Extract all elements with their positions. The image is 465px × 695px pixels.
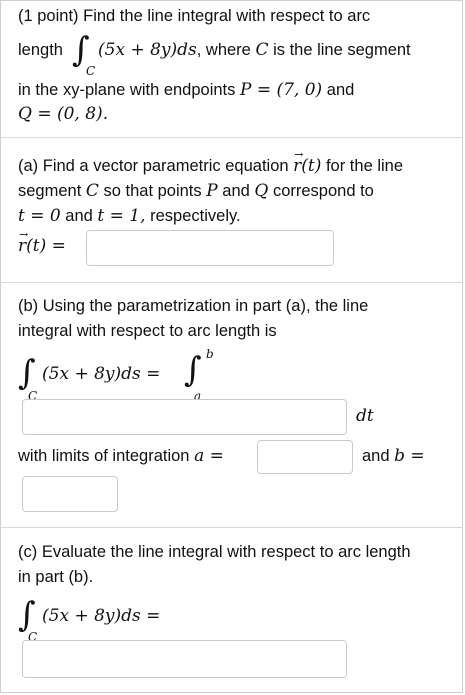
problem-statement-line2: length (18, 40, 63, 60)
final-answer-input[interactable] (22, 640, 347, 678)
t-one: t = 1, (97, 206, 146, 226)
part-b-line2: integral with respect to arc length is (18, 321, 277, 341)
b-equals: b = (394, 446, 425, 466)
integral-sign: ∫ (72, 30, 90, 70)
part-a-text2c: and (222, 182, 250, 200)
part-a-line2: segment C so that points P and Q corresp… (18, 181, 374, 201)
curve-symbol-a: C (85, 181, 99, 201)
and-word: and (326, 81, 355, 99)
divider-a (0, 282, 463, 283)
upper-limit-input[interactable] (22, 476, 118, 512)
where-text: , where (196, 41, 251, 59)
part-a-text1: (a) Find a vector parametric equation (18, 157, 289, 175)
curve-symbol: C (255, 40, 269, 60)
part-b-text1: (b) Using the parametrization in part (a… (18, 297, 369, 315)
r-of-t: r(t) (293, 145, 321, 176)
problem-integrand-line: (5x + 8y)ds, where C is the line segment (98, 40, 411, 60)
b-label-line: and b = (362, 446, 425, 466)
problem-statement-line4: Q = (0, 8). (18, 104, 108, 124)
part-c-text2: in part (b). (18, 568, 94, 586)
point-p: P = (7, 0) (239, 80, 323, 100)
and-word-b: and (362, 447, 390, 465)
t-zero: t = 0 (18, 206, 61, 226)
rt-answer-input[interactable] (86, 230, 334, 266)
problem-statement-line3: in the xy-plane with endpoints P = (7, 0… (18, 80, 354, 100)
rt-answer-label: r(t) = (18, 225, 66, 256)
integral-sign-c: ∫ (18, 595, 36, 635)
part-a-text2a: segment (18, 182, 82, 200)
instruction-text: Find the line integral with respect to a… (83, 7, 371, 25)
integrand-answer-input[interactable] (22, 399, 347, 435)
part-c-text1: (c) Evaluate the line integral with resp… (18, 543, 411, 561)
points-label: (1 point) (18, 7, 79, 25)
part-a-line1: (a) Find a vector parametric equation r(… (18, 145, 404, 176)
integral-subscript-c: C (86, 64, 96, 78)
length-word: length (18, 41, 63, 59)
part-c-lhs: (5x + 8y)ds = (42, 606, 160, 626)
segment-text: is the line segment (273, 41, 411, 59)
dt-label: dt (356, 406, 374, 426)
part-a-line3: t = 0 and t = 1, respectively. (18, 206, 241, 226)
problem-statement-line1: (1 point) Find the line integral with re… (18, 6, 370, 26)
divider-header (0, 137, 463, 138)
and-word-a: and (65, 207, 93, 225)
divider-b (0, 527, 463, 528)
part-a-text2d: correspond to (272, 182, 374, 200)
part-b-integrand: (5x + 8y)ds = (42, 364, 161, 384)
limits-line: with limits of integration a = (18, 446, 224, 466)
respectively-text: respectively. (150, 207, 241, 225)
part-b-lhs: (5x + 8y)ds = (42, 364, 160, 384)
integrand: (5x + 8y)ds (98, 40, 197, 60)
a-equals: a = (194, 446, 224, 466)
part-a-text1-end: for the line (325, 157, 404, 175)
plane-text: in the xy-plane with endpoints (18, 81, 236, 99)
point-q: Q = (0, 8). (18, 104, 109, 124)
part-c-line1: (c) Evaluate the line integral with resp… (18, 542, 411, 562)
limits-text: with limits of integration (18, 447, 190, 465)
integral-sign-b-lhs: ∫ (18, 353, 36, 393)
part-a-answer-label: r(t) = (18, 225, 66, 256)
part-c-line2: in part (b). (18, 567, 93, 587)
upper-limit-b: b (206, 347, 214, 361)
part-a-text2b: so that points (103, 182, 202, 200)
part-b-line1: (b) Using the parametrization in part (a… (18, 296, 368, 316)
part-c-integrand: (5x + 8y)ds = (42, 606, 161, 626)
part-b-text2: integral with respect to arc length is (18, 322, 277, 340)
integral-sign-b-rhs: ∫ (184, 350, 202, 390)
lower-limit-input[interactable] (257, 440, 353, 474)
